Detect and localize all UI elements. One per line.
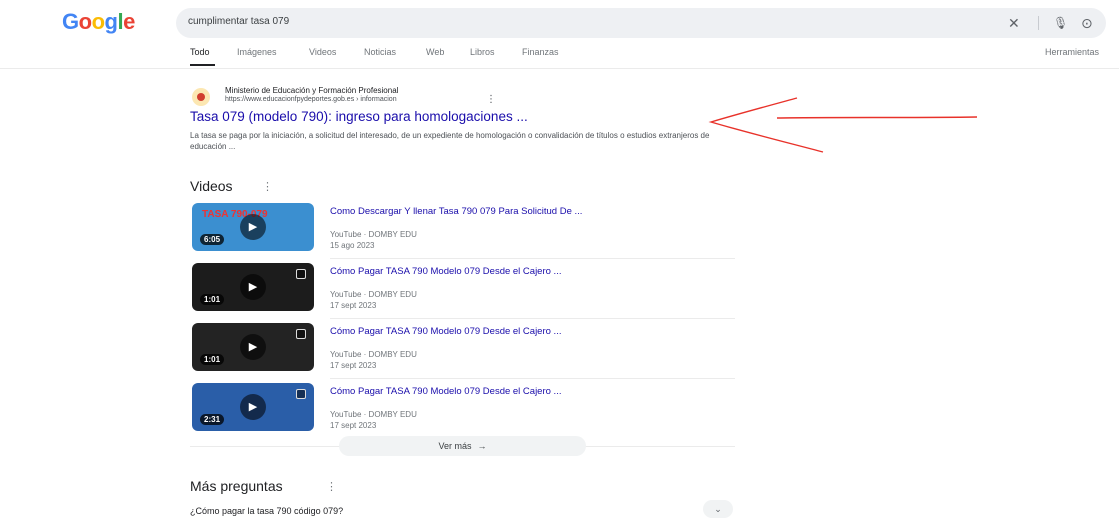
logo-letter: o xyxy=(78,9,92,34)
clear-icon[interactable]: ✕ xyxy=(1008,14,1020,32)
video-date: 17 sept 2023 xyxy=(330,361,377,370)
video-thumbnail[interactable]: ▶ 2:31 xyxy=(192,383,314,431)
more-options-icon[interactable]: ⋮ xyxy=(486,94,496,105)
result-title-link[interactable]: Tasa 079 (modelo 790): ingreso para homo… xyxy=(190,109,528,124)
google-logo[interactable]: Google xyxy=(62,9,135,35)
video-source: YouTube · DOMBY EDU xyxy=(330,290,417,299)
video-result[interactable]: ▶ 1:01 Cómo Pagar TASA 790 Modelo 079 De… xyxy=(190,263,735,321)
active-tab-indicator xyxy=(190,64,215,66)
result-url[interactable]: https://www.educacionfpydeportes.gob.es … xyxy=(225,96,397,103)
tab-imagenes[interactable]: Imágenes xyxy=(237,47,277,57)
tab-web[interactable]: Web xyxy=(426,47,444,57)
play-icon: ▶ xyxy=(240,334,266,360)
tab-noticias[interactable]: Noticias xyxy=(364,47,396,57)
logo-letter: g xyxy=(104,9,118,34)
video-result[interactable]: ▶ 1:01 Cómo Pagar TASA 790 Modelo 079 De… xyxy=(190,323,735,381)
result-snippet: La tasa se paga por la iniciación, a sol… xyxy=(190,131,710,151)
video-title-link[interactable]: Cómo Pagar TASA 790 Modelo 079 Desde el … xyxy=(330,326,561,337)
video-duration: 2:31 xyxy=(200,414,225,425)
video-thumbnail[interactable]: TASA 790-079 ▶ 6:05 xyxy=(192,203,314,251)
video-divider xyxy=(330,318,735,319)
video-duration: 1:01 xyxy=(200,354,225,365)
microphone-icon[interactable]: 🎙 xyxy=(1053,14,1068,32)
play-icon: ▶ xyxy=(240,214,266,240)
video-thumbnail[interactable]: ▶ 1:01 xyxy=(192,263,314,311)
video-source: YouTube · DOMBY EDU xyxy=(330,410,417,419)
site-favicon-icon xyxy=(192,88,210,106)
video-divider xyxy=(330,378,735,379)
video-date: 17 sept 2023 xyxy=(330,301,377,310)
video-result[interactable]: ▶ 2:31 Cómo Pagar TASA 790 Modelo 079 De… xyxy=(190,383,735,441)
video-duration: 6:05 xyxy=(200,234,225,245)
arrow-shaft xyxy=(776,116,978,119)
expand-icon xyxy=(296,269,306,279)
videos-section-title: Videos xyxy=(190,178,233,194)
header-divider xyxy=(0,68,1119,69)
tab-videos[interactable]: Videos xyxy=(309,47,336,57)
tab-todo[interactable]: Todo xyxy=(190,47,210,57)
video-date: 15 ago 2023 xyxy=(330,241,375,250)
camera-lens-icon[interactable]: ⊙ xyxy=(1081,14,1093,32)
logo-letter: o xyxy=(91,9,105,34)
video-thumbnail[interactable]: ▶ 1:01 xyxy=(192,323,314,371)
red-arrow-annotation xyxy=(708,97,978,153)
more-questions-title: Más preguntas xyxy=(190,478,283,494)
search-bar[interactable]: cumplimentar tasa 079 ✕ 🎙 ⊙ xyxy=(176,8,1106,38)
arrow-head xyxy=(708,97,824,153)
tools-button[interactable]: Herramientas xyxy=(1045,47,1099,57)
arrow-right-icon: → xyxy=(477,441,487,451)
video-source: YouTube · DOMBY EDU xyxy=(330,350,417,359)
videos-section-menu-icon[interactable]: ⋮ xyxy=(262,180,273,193)
more-questions-menu-icon[interactable]: ⋮ xyxy=(326,480,337,493)
video-result[interactable]: TASA 790-079 ▶ 6:05 Como Descargar Y lle… xyxy=(190,203,735,261)
search-divider xyxy=(1038,16,1039,30)
tab-finanzas[interactable]: Finanzas xyxy=(522,47,559,57)
play-icon: ▶ xyxy=(240,394,266,420)
show-more-videos-button[interactable]: Ver más → xyxy=(339,436,586,456)
expand-icon xyxy=(296,329,306,339)
result-site-name[interactable]: Ministerio de Educación y Formación Prof… xyxy=(225,86,398,95)
show-more-label: Ver más xyxy=(438,441,472,451)
video-title-link[interactable]: Cómo Pagar TASA 790 Modelo 079 Desde el … xyxy=(330,386,561,397)
video-divider xyxy=(330,258,735,259)
logo-letter: e xyxy=(123,9,135,34)
question-item[interactable]: ¿Cómo pagar la tasa 790 código 079? xyxy=(190,506,343,516)
video-duration: 1:01 xyxy=(200,294,225,305)
chevron-down-icon[interactable]: ⌄ xyxy=(703,500,733,518)
tab-libros[interactable]: Libros xyxy=(470,47,495,57)
video-source: YouTube · DOMBY EDU xyxy=(330,230,417,239)
search-input[interactable]: cumplimentar tasa 079 xyxy=(188,16,289,27)
video-title-link[interactable]: Cómo Pagar TASA 790 Modelo 079 Desde el … xyxy=(330,266,561,277)
video-title-link[interactable]: Como Descargar Y llenar Tasa 790 079 Par… xyxy=(330,206,582,217)
logo-letter: G xyxy=(62,9,79,34)
play-icon: ▶ xyxy=(240,274,266,300)
expand-icon xyxy=(296,389,306,399)
video-date: 17 sept 2023 xyxy=(330,421,377,430)
